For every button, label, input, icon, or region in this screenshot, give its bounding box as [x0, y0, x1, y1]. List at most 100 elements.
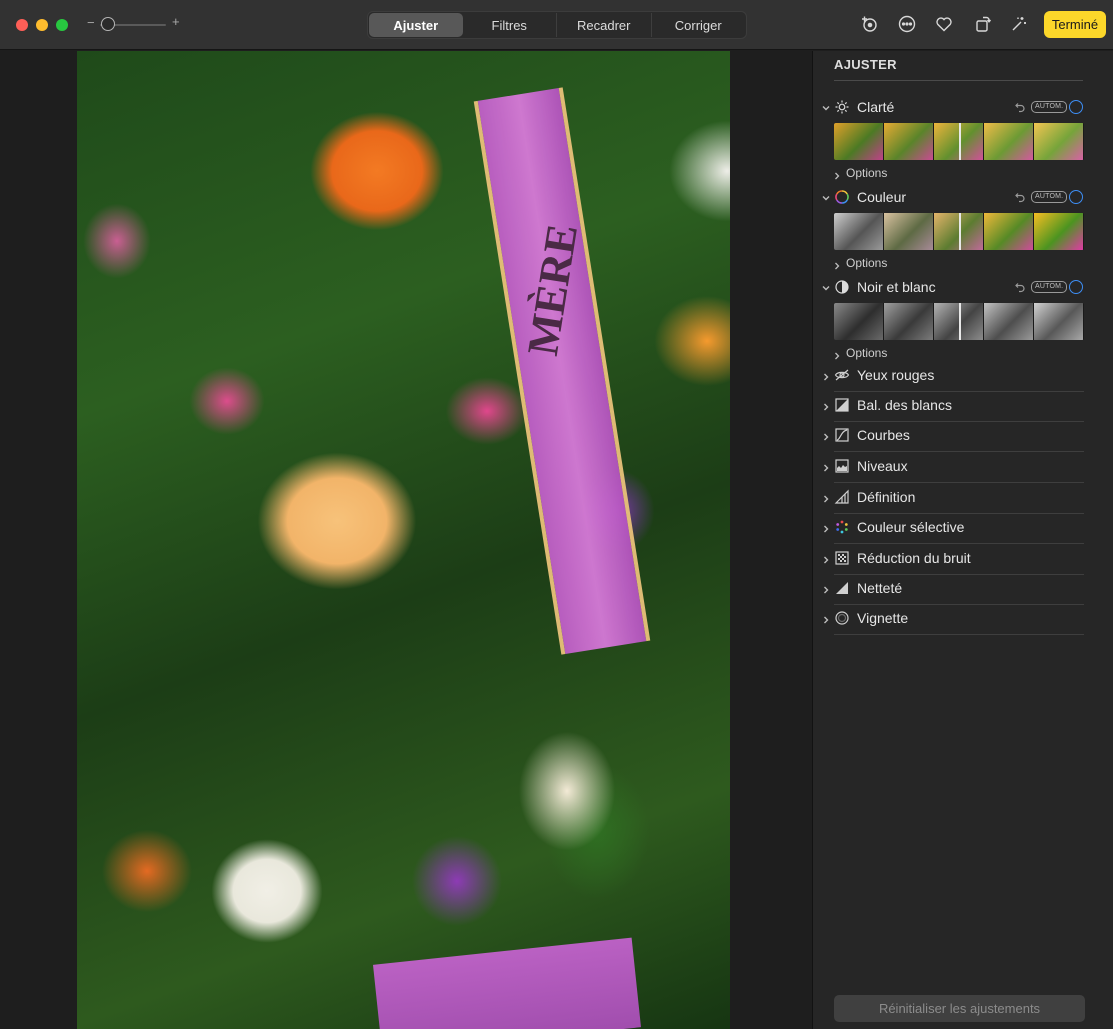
enable-toggle[interactable]	[1069, 100, 1083, 114]
ribbon-graphic-bottom	[373, 937, 641, 1029]
section-definition[interactable]: Définition	[813, 484, 1113, 514]
tab-recadrer[interactable]: Recadrer	[557, 13, 652, 37]
chevron-right-icon[interactable]	[820, 430, 832, 442]
section-courbes[interactable]: Courbes	[813, 422, 1113, 452]
adjust-sidebar: AJUSTER Clarté AUTOM. Options Couleur AU…	[812, 51, 1113, 1029]
auto-button[interactable]: AUTOM.	[1031, 191, 1068, 203]
preview-filmstrip[interactable]	[834, 123, 1084, 160]
more-icon[interactable]	[896, 13, 918, 35]
section-header-noir-et-blanc[interactable]: Noir et blanc AUTOM.	[813, 277, 1113, 299]
add-icon[interactable]	[858, 13, 880, 35]
options-toggle[interactable]: Options	[813, 255, 963, 271]
magic-wand-icon[interactable]	[1008, 13, 1030, 35]
undo-icon[interactable]	[1014, 190, 1026, 203]
tab-filtres[interactable]: Filtres	[463, 13, 557, 37]
chevron-right-icon[interactable]	[820, 461, 832, 473]
enable-toggle[interactable]	[1069, 190, 1083, 204]
color-circle-icon	[834, 189, 850, 205]
section-header-couleur[interactable]: Couleur AUTOM.	[813, 187, 1113, 209]
row-divider	[834, 634, 1084, 635]
chevron-right-icon[interactable]	[820, 613, 832, 625]
filmstrip-thumb	[984, 123, 1034, 160]
options-label: Options	[846, 346, 888, 360]
definition-icon	[834, 489, 850, 505]
section-label: Vignette	[857, 610, 909, 626]
section-header-clarte[interactable]: Clarté AUTOM.	[813, 97, 1113, 119]
white-balance-icon	[834, 397, 850, 413]
chevron-down-icon[interactable]	[820, 281, 832, 293]
rotate-icon[interactable]	[972, 13, 994, 35]
chevron-down-icon[interactable]	[820, 191, 832, 203]
section-label: Yeux rouges	[857, 367, 935, 383]
section-niveaux[interactable]: Niveaux	[813, 453, 1113, 483]
zoom-slider-knob[interactable]	[101, 17, 115, 31]
photo-image[interactable]: MÈRE	[77, 51, 730, 1029]
options-toggle[interactable]: Options	[813, 165, 963, 181]
zoom-out-label: −	[87, 15, 95, 30]
section-label: Noir et blanc	[857, 279, 936, 295]
close-window-button[interactable]	[16, 19, 28, 31]
zoom-in-label: +	[172, 14, 180, 29]
noise-reduction-icon	[834, 550, 850, 566]
chevron-right-icon[interactable]	[820, 370, 832, 382]
section-yeux-rouges[interactable]: Yeux rouges	[813, 362, 1113, 392]
filmstrip-slider-handle[interactable]	[959, 303, 961, 340]
filmstrip-slider-handle[interactable]	[959, 213, 961, 250]
reset-adjustments-button[interactable]: Réinitialiser les ajustements	[834, 995, 1085, 1022]
filmstrip-thumb	[1034, 123, 1084, 160]
row-divider	[834, 482, 1084, 483]
heart-icon[interactable]	[933, 13, 955, 35]
filmstrip-thumb	[984, 213, 1034, 250]
photo-canvas: MÈRE	[0, 51, 812, 1029]
filmstrip-thumb	[884, 123, 934, 160]
zoom-window-button[interactable]	[56, 19, 68, 31]
levels-icon	[834, 458, 850, 474]
tab-ajuster[interactable]: Ajuster	[369, 13, 463, 37]
enable-toggle[interactable]	[1069, 280, 1083, 294]
section-nettete[interactable]: Netteté	[813, 575, 1113, 605]
filmstrip-slider-handle[interactable]	[959, 123, 961, 160]
chevron-right-icon	[832, 348, 842, 360]
done-button[interactable]: Terminé	[1044, 11, 1106, 38]
chevron-right-icon[interactable]	[820, 522, 832, 534]
section-reduction-bruit[interactable]: Réduction du bruit	[813, 545, 1113, 575]
eye-icon	[834, 367, 850, 383]
undo-icon[interactable]	[1014, 280, 1026, 293]
section-label: Clarté	[857, 99, 895, 115]
options-toggle[interactable]: Options	[813, 345, 963, 361]
options-label: Options	[846, 166, 888, 180]
chevron-right-icon[interactable]	[820, 400, 832, 412]
ribbon-graphic	[473, 87, 651, 655]
minimize-window-button[interactable]	[36, 19, 48, 31]
half-circle-icon	[834, 279, 850, 295]
preview-filmstrip[interactable]	[834, 213, 1084, 250]
section-label: Réduction du bruit	[857, 550, 971, 566]
chevron-down-icon[interactable]	[820, 101, 832, 113]
section-balance-blancs[interactable]: Bal. des blancs	[813, 392, 1113, 422]
filmstrip-thumb	[1034, 213, 1084, 250]
chevron-right-icon[interactable]	[820, 492, 832, 504]
preview-filmstrip[interactable]	[834, 303, 1084, 340]
filmstrip-thumb	[984, 303, 1034, 340]
toolbar: − + Ajuster Filtres Recadrer Corriger Te…	[0, 0, 1113, 50]
section-vignette[interactable]: Vignette	[813, 605, 1113, 635]
sidebar-title: AJUSTER	[834, 57, 897, 72]
section-label: Couleur	[857, 189, 907, 205]
filmstrip-thumb	[884, 213, 934, 250]
row-divider	[834, 451, 1084, 452]
section-couleur-selective[interactable]: Couleur sélective	[813, 514, 1113, 544]
sidebar-divider	[834, 80, 1083, 81]
chevron-right-icon	[832, 258, 842, 270]
row-divider	[834, 543, 1084, 544]
options-label: Options	[846, 256, 888, 270]
undo-icon[interactable]	[1014, 100, 1026, 113]
tab-corriger[interactable]: Corriger	[652, 13, 746, 37]
sharpen-icon	[834, 580, 850, 596]
chevron-right-icon[interactable]	[820, 583, 832, 595]
auto-button[interactable]: AUTOM.	[1031, 281, 1068, 293]
edit-mode-tabs: Ajuster Filtres Recadrer Corriger	[367, 11, 747, 39]
auto-button[interactable]: AUTOM.	[1031, 101, 1068, 113]
section-label: Définition	[857, 489, 916, 505]
section-label: Netteté	[857, 580, 903, 596]
chevron-right-icon[interactable]	[820, 553, 832, 565]
